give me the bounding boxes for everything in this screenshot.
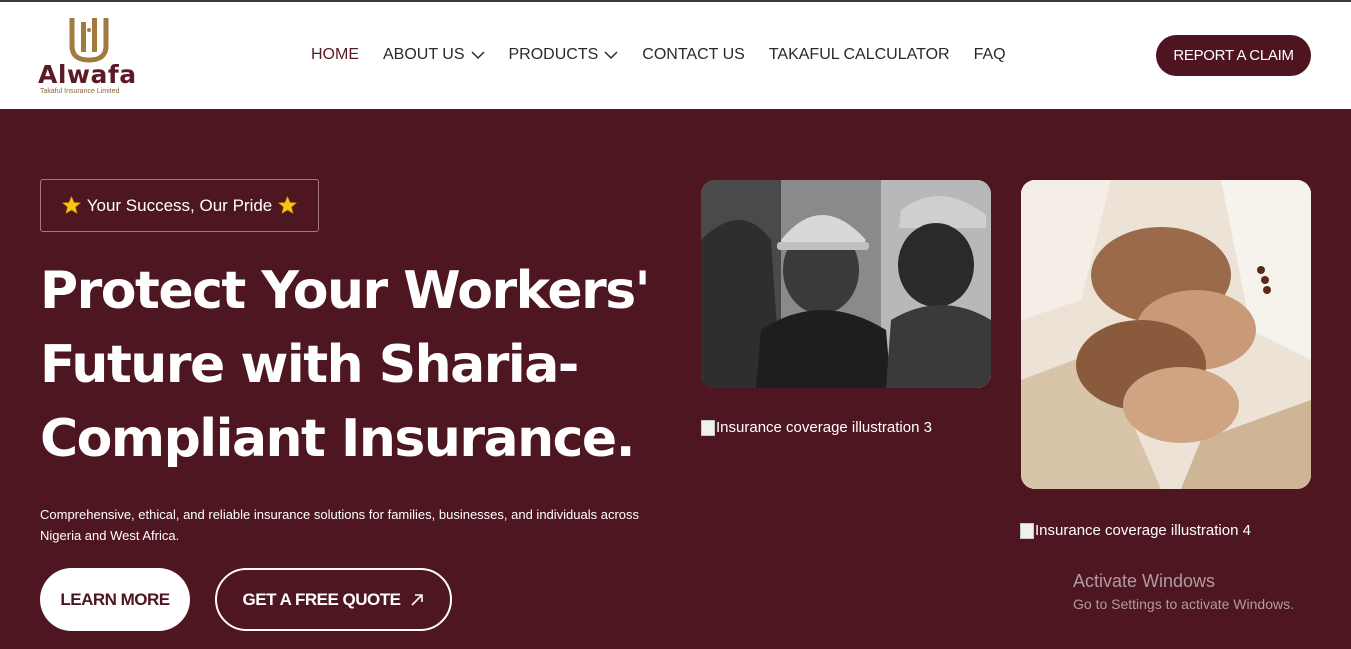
broken-image-icon [701, 419, 715, 436]
headline-line: Future with Sharia- [40, 335, 579, 395]
hands-photo-image [1021, 180, 1311, 489]
brand-name: Alwafa [38, 60, 137, 89]
nav-item-contact-us[interactable]: CONTACT US [642, 46, 745, 64]
chevron-down-icon [470, 51, 485, 60]
broken-image-icon [1020, 522, 1034, 539]
nav-label: CONTACT US [642, 46, 745, 63]
arrow-up-right-icon [411, 593, 424, 606]
chevron-down-icon [604, 51, 618, 60]
star-icon [61, 196, 81, 214]
nav-item-faq[interactable]: FAQ [974, 46, 1006, 64]
badge-text: Your Success, Our Pride [86, 195, 273, 215]
main-nav: HOME ABOUT US PRODUCTS CONTACT US TAKAFU… [311, 46, 1030, 64]
nav-label: HOME [311, 46, 359, 63]
brand-logo[interactable]: Alwafa Takaful Insurance Limited [38, 16, 142, 98]
headline-line: Compliant Insurance. [40, 409, 635, 469]
workers-photo-image [701, 180, 991, 388]
image-alt-text: Insurance coverage illustration 4 [1035, 522, 1251, 539]
nav-label: FAQ [973, 46, 1006, 63]
logo-mark-icon [69, 18, 109, 63]
nav-label: ABOUT US [383, 46, 465, 63]
workers-photo [701, 180, 991, 388]
quote-label: GET A FREE QUOTE [242, 589, 401, 609]
star-icon [278, 196, 298, 214]
watermark-subtitle: Go to Settings to activate Windows. [1073, 596, 1294, 612]
watermark-title: Activate Windows [1073, 571, 1216, 591]
nav-item-home[interactable]: HOME [311, 46, 359, 64]
site-header: Alwafa Takaful Insurance Limited HOME AB… [0, 2, 1351, 109]
hero-badge: Your Success, Our Pride [40, 179, 319, 232]
nav-item-takaful-calculator[interactable]: TAKAFUL CALCULATOR [769, 46, 950, 64]
learn-more-button[interactable]: LEARN MORE [40, 568, 190, 631]
report-claim-button[interactable]: REPORT A CLAIM [1156, 35, 1311, 76]
brand-tagline: Takaful Insurance Limited [40, 88, 120, 95]
nav-item-products[interactable]: PRODUCTS [509, 46, 619, 64]
get-free-quote-button[interactable]: GET A FREE QUOTE [215, 568, 452, 631]
hero-subtext: Comprehensive, ethical, and reliable ins… [40, 507, 640, 543]
illustration-4-broken-image: Insurance coverage illustration 4 [1020, 522, 1251, 539]
hands-photo [1021, 180, 1311, 489]
hero-section: Your Success, Our Pride Protect Your Wor… [0, 109, 1351, 649]
hero-headline: Protect Your Workers' Future with Sharia… [40, 254, 680, 476]
windows-activation-watermark: Activate Windows Go to Settings to activ… [1073, 571, 1294, 612]
illustration-3-broken-image: Insurance coverage illustration 3 [701, 419, 932, 436]
nav-item-about-us[interactable]: ABOUT US [383, 46, 485, 64]
image-alt-text: Insurance coverage illustration 3 [716, 419, 932, 436]
nav-label: TAKAFUL CALCULATOR [768, 46, 950, 63]
headline-line: Protect Your Workers' [40, 261, 651, 321]
nav-label: PRODUCTS [508, 46, 599, 63]
